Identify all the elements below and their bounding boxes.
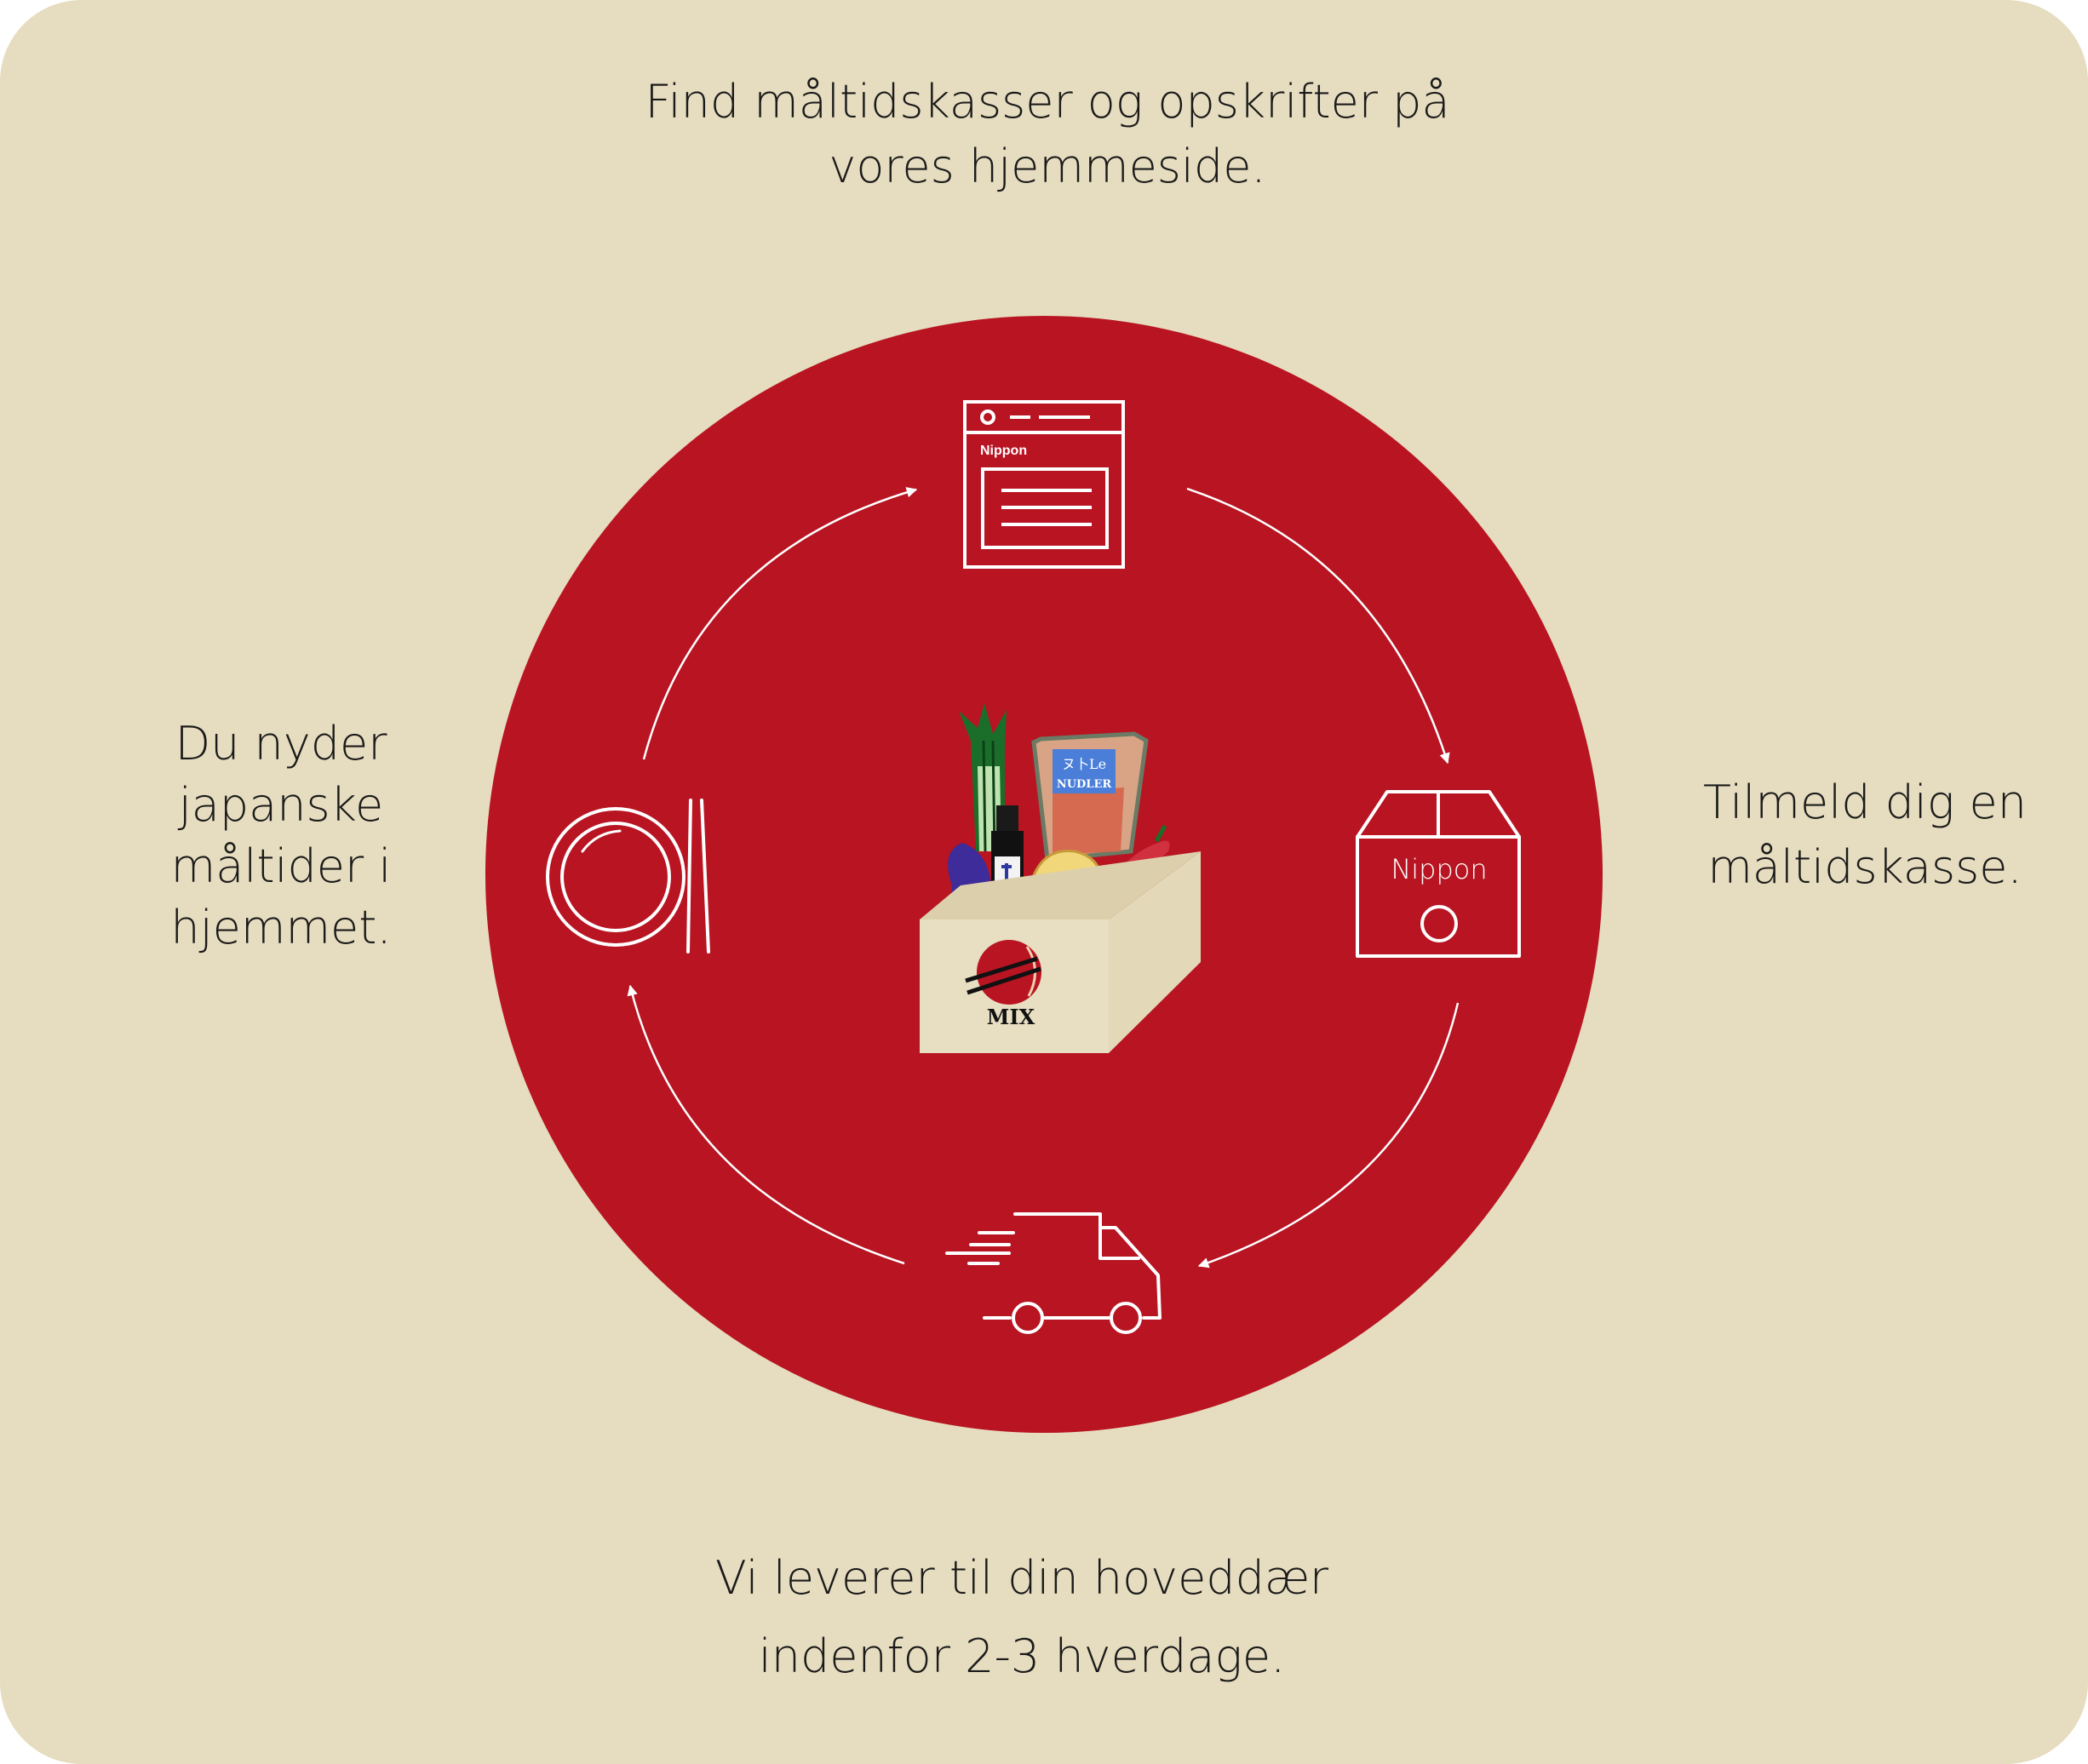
noodle-pack-glyphs: ヌ卜Le xyxy=(1062,756,1106,772)
box-brand-label: Nippon xyxy=(1391,853,1487,885)
noodle-pack-label: NUDLER xyxy=(1057,778,1112,791)
infographic-panel: Find måltidskasser og opskrifter på vore… xyxy=(0,0,2088,1764)
meal-kit-box-label: MIX xyxy=(987,1005,1035,1029)
browser-brand-label: Nippon xyxy=(980,444,1027,458)
cycle-diagram: Nippon Nippon ヌ卜Le NUDLER MIX xyxy=(485,316,1603,1433)
